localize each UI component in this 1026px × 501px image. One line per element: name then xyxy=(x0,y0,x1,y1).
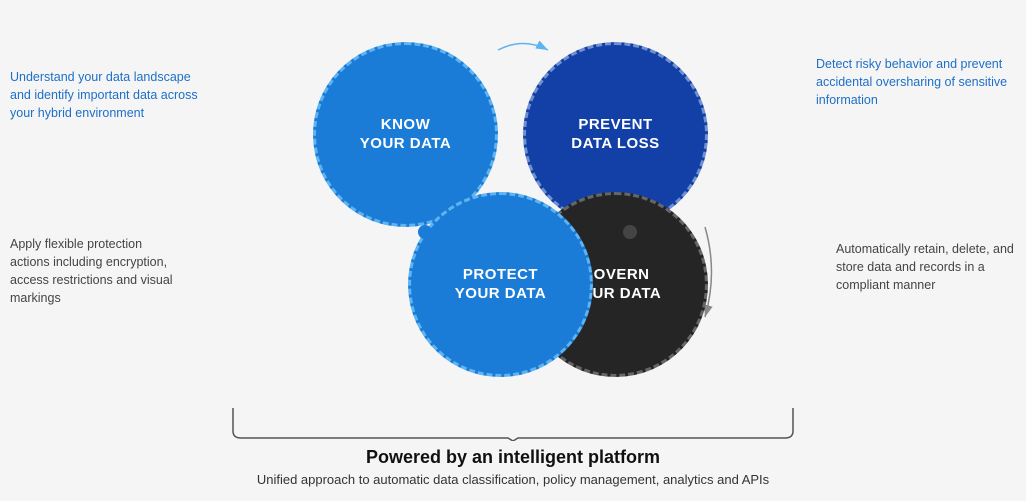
powered-title-text: Powered by an intelligent platform xyxy=(366,447,660,467)
circle-know-line2: YOUR DATA xyxy=(360,134,451,154)
annotation-protect-text: Apply flexible protection actions includ… xyxy=(10,237,173,305)
diagram-area: Understand your data landscape and ident… xyxy=(0,0,1026,403)
circle-protect: PROTECT YOUR DATA xyxy=(408,192,593,377)
bottom-section: Powered by an intelligent platform Unifi… xyxy=(0,403,1026,501)
circle-protect-line2: YOUR DATA xyxy=(455,284,546,304)
circle-prevent-line1: PREVENT xyxy=(578,115,652,135)
powered-title: Powered by an intelligent platform xyxy=(366,447,660,468)
annotation-prevent-text: Detect risky behavior and prevent accide… xyxy=(816,57,1007,107)
powered-subtitle-text: Unified approach to automatic data class… xyxy=(257,472,769,487)
annotation-know-text: Understand your data landscape and ident… xyxy=(10,70,198,120)
dot-dark xyxy=(623,225,637,239)
page-container: Understand your data landscape and ident… xyxy=(0,0,1026,501)
circle-protect-line1: PROTECT xyxy=(463,265,538,285)
annotation-prevent: Detect risky behavior and prevent accide… xyxy=(816,55,1016,109)
circle-prevent-line2: DATA LOSS xyxy=(571,134,659,154)
annotation-know: Understand your data landscape and ident… xyxy=(10,68,200,122)
dot-blue xyxy=(418,225,432,239)
circle-know-line1: KNOW xyxy=(381,115,431,135)
powered-subtitle: Unified approach to automatic data class… xyxy=(257,472,769,487)
brace-container xyxy=(223,403,803,441)
brace-svg xyxy=(223,403,803,441)
annotation-govern: Automatically retain, delete, and store … xyxy=(836,240,1021,294)
circles-wrapper: KNOW YOUR DATA PREVENT DATA LOSS PROTECT… xyxy=(253,32,773,392)
annotation-govern-text: Automatically retain, delete, and store … xyxy=(836,242,1014,292)
annotation-protect: Apply flexible protection actions includ… xyxy=(10,235,185,308)
